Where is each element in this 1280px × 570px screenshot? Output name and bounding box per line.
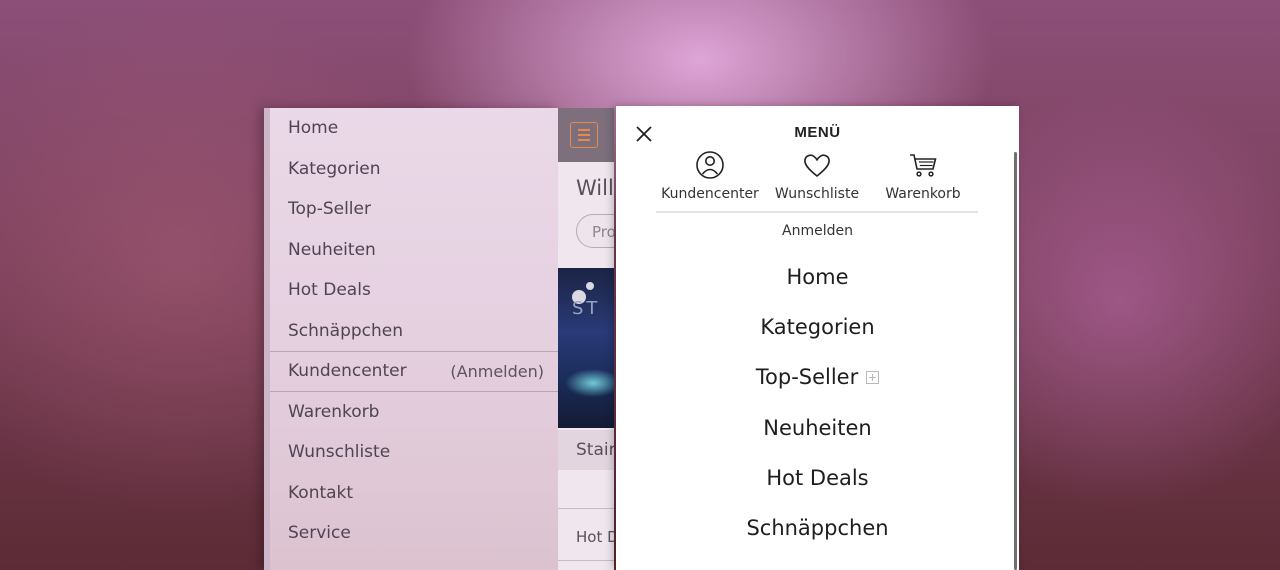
nav-item-label: Schnäppchen [746,516,889,541]
left-menu-item-kundencenter[interactable]: Kundencenter (Anmelden) [270,351,558,392]
left-menu-label: Warenkorb [288,401,380,422]
scrollbar[interactable] [1014,152,1017,570]
left-menu-item-warenkorb[interactable]: Warenkorb [270,392,558,433]
nav-item-top-seller[interactable]: Top-Seller [616,352,1019,402]
nav-item-hot-deals[interactable]: Hot Deals [616,453,1019,503]
hamburger-menu-icon[interactable] [570,122,598,148]
quick-link-label: Wunschliste [774,186,860,202]
nav-item-home[interactable]: Home [616,252,1019,302]
header-bar [558,108,614,162]
section-label-hot-deals[interactable]: Hot D [576,528,614,546]
left-menu-label: Home [288,118,339,139]
quick-link-label: Warenkorb [885,186,961,202]
left-menu-label: Hot Deals [288,280,371,301]
left-menu-label: Schnäppchen [288,320,404,341]
divider [656,211,978,213]
left-menu-login-link[interactable]: (Anmelden) [450,362,544,381]
quick-link-warenkorb[interactable]: Warenkorb [868,150,978,202]
left-menu-label: Kategorien [288,158,381,179]
old-side-menu: Home Kategorien Top-Seller Neuheiten Hot… [264,108,558,570]
quick-link-wunschliste[interactable]: Wunschliste [762,150,872,202]
left-menu-item-wunschliste[interactable]: Wunschliste [270,432,558,473]
mobile-menu-panel: MENÜ Kundencenter Wunschliste Warenkorb … [616,106,1019,570]
expand-plus-icon[interactable] [866,370,880,384]
heart-icon [804,154,830,178]
left-menu-item-top-seller[interactable]: Top-Seller [270,189,558,230]
left-menu-item-hot-deals[interactable]: Hot Deals [270,270,558,311]
user-icon [696,151,724,179]
left-menu-item-neuheiten[interactable]: Neuheiten [270,230,558,271]
left-menu-item-kategorien[interactable]: Kategorien [270,149,558,190]
product-caption: Stair [558,430,614,470]
nav-item-schnaeppchen[interactable]: Schnäppchen [616,503,1019,553]
page-content-peek: Will Pro ST Stair Hot D [558,108,614,570]
left-menu-label: Kontakt [288,482,354,503]
left-menu-label: Kundencenter [288,361,407,382]
left-menu-label: Top-Seller [288,199,371,220]
nav-item-kategorien[interactable]: Kategorien [616,302,1019,352]
hero-image: ST [558,268,614,428]
hero-logo-text: ST [572,298,601,319]
cart-icon [910,154,937,177]
quick-link-label: Kundencenter [661,186,759,202]
nav-item-label: Neuheiten [763,415,872,440]
filter-pill[interactable]: Pro [576,214,614,248]
page-heading: Will [576,176,614,200]
quick-link-kundencenter[interactable]: Kundencenter [655,150,765,202]
left-menu-label: Wunschliste [288,442,391,463]
left-menu-item-schnaeppchen[interactable]: Schnäppchen [270,311,558,352]
left-menu-label: Service [288,523,351,544]
nav-item-neuheiten[interactable]: Neuheiten [616,403,1019,453]
left-menu-label: Neuheiten [288,239,376,260]
left-menu-item-service[interactable]: Service [270,513,558,554]
nav-item-label: Home [786,265,849,290]
nav-item-label: Kategorien [760,315,875,340]
menu-title: MENÜ [794,124,841,141]
login-link[interactable]: Anmelden [616,223,1019,239]
nav-item-label: Top-Seller [755,365,859,390]
mobile-nav-list: Home Kategorien Top-Seller Neuheiten Hot… [616,252,1019,553]
nav-item-label: Hot Deals [766,465,869,490]
left-menu-item-home[interactable]: Home [270,108,558,149]
left-menu-item-kontakt[interactable]: Kontakt [270,473,558,514]
